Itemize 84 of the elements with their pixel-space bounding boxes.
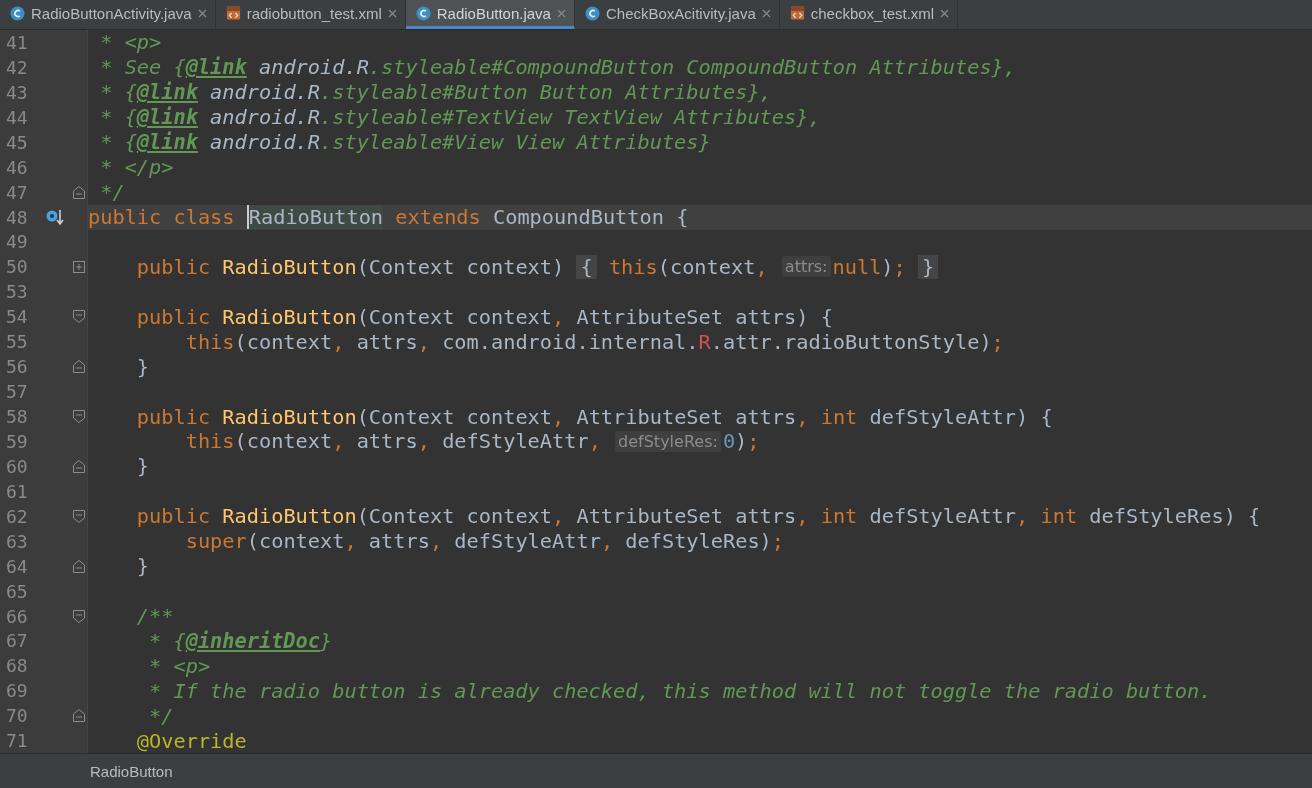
code-line: */ <box>148 703 175 729</box>
line-number: 66 <box>6 605 28 627</box>
class-file-icon <box>584 5 600 21</box>
code-line: this(context, attrs, defStyleAttr, defStyleRes: 0); <box>184 429 761 454</box>
code-line: * {@link android.R.styleable#View View Attributes} <box>99 129 712 155</box>
line-number: 55 <box>6 331 28 353</box>
fold-marker-icon[interactable] <box>72 310 85 324</box>
editor-tab[interactable]: RadioButtonActivity.java <box>0 0 216 29</box>
tab-label: checkbox_test.xml <box>810 4 935 22</box>
line-number: 46 <box>6 156 28 178</box>
line-number: 65 <box>6 580 28 602</box>
code-line: super(context, attrs, defStyleAttr, defStyleRes); <box>184 528 786 554</box>
code-line: } <box>135 354 151 380</box>
editor-tab[interactable]: radiobutton_test.xml <box>215 0 406 29</box>
line-number: 54 <box>6 306 28 328</box>
editor-tab[interactable]: CheckBoxAcitivity.java <box>574 0 780 29</box>
code-line: * {@link android.R.styleable#TextView TextView Attributes}, <box>99 104 822 130</box>
line-number: 42 <box>6 56 28 78</box>
code-line: this(context, attrs, com.android.internal.R.attr.radioButtonStyle); <box>184 329 1005 355</box>
line-number: 56 <box>6 356 28 378</box>
line-number: 64 <box>6 555 28 577</box>
xml-file-icon <box>225 5 241 21</box>
code-line: * {@link android.R.styleable#Button Button Attributes}, <box>99 79 773 105</box>
code-line: * See {@link android.R.styleable#CompoundButton CompoundButton Attributes}, <box>99 54 1017 80</box>
line-number: 57 <box>6 381 28 403</box>
fold-marker-icon[interactable] <box>72 410 85 424</box>
code-line: * </p> <box>99 154 175 180</box>
code-line: * If the radio button is already checked, this method will not toggle the radio button. <box>148 678 1213 704</box>
fold-marker-icon[interactable] <box>72 459 85 473</box>
close-icon[interactable] <box>556 8 566 18</box>
line-number: 58 <box>6 406 28 428</box>
code-line: */ <box>99 179 126 205</box>
fold-marker-icon[interactable] <box>72 509 85 523</box>
code-line: /** <box>135 603 175 629</box>
code-line: public RadioButton(Context context, AttributeSet attrs, int defStyleAttr) { <box>135 404 1054 429</box>
code-line: @Override <box>135 728 248 753</box>
xml-file-icon <box>789 5 805 21</box>
line-number: 48 <box>6 206 28 228</box>
breadcrumb[interactable]: RadioButton <box>90 762 173 780</box>
code-line: public RadioButton(Context context, AttributeSet attrs, int defStyleAttr, int defStyleRes) { <box>135 503 1262 529</box>
close-icon[interactable] <box>761 8 771 18</box>
tab-label: RadioButtonActivity.java <box>31 4 192 22</box>
expand-marker-icon[interactable] <box>72 260 85 273</box>
code-line: * <p> <box>148 653 212 679</box>
line-number: 70 <box>6 705 28 727</box>
class-file-icon <box>10 5 25 21</box>
close-icon[interactable] <box>940 8 950 18</box>
code-line: * {@inheritDoc} <box>148 628 334 654</box>
line-number: 44 <box>6 106 28 128</box>
fold-marker-icon[interactable] <box>72 609 85 623</box>
line-number: 71 <box>6 730 28 752</box>
line-number: 59 <box>6 430 28 452</box>
line-number: 41 <box>6 31 28 53</box>
line-number: 43 <box>6 81 28 103</box>
tab-label: CheckBoxAcitivity.java <box>605 4 756 22</box>
editor-tab[interactable]: RadioButton.java <box>405 0 575 29</box>
implemented-marker-icon[interactable] <box>45 208 65 227</box>
code-line: } <box>135 553 151 579</box>
line-number: 53 <box>6 281 28 303</box>
editor-tab[interactable]: checkbox_test.xml <box>779 0 959 29</box>
code-line: public RadioButton(Context context) { this(context, attrs: null); } <box>88 254 1312 280</box>
line-number: 63 <box>6 530 28 552</box>
fold-marker-icon[interactable] <box>72 185 85 199</box>
code-line: public RadioButton(Context context, AttributeSet attrs) { <box>135 304 834 330</box>
fold-marker-icon[interactable] <box>72 709 85 723</box>
code-line: } <box>135 453 151 479</box>
line-number: 61 <box>6 480 28 502</box>
close-icon[interactable] <box>197 8 207 18</box>
line-number: 68 <box>6 655 28 677</box>
line-number: 69 <box>6 680 28 702</box>
line-number: 45 <box>6 131 28 153</box>
fold-marker-icon[interactable] <box>72 559 85 573</box>
class-file-icon <box>415 5 431 21</box>
line-number: 67 <box>6 630 28 652</box>
line-number: 47 <box>6 181 28 203</box>
close-icon[interactable] <box>387 8 397 18</box>
line-number: 49 <box>6 231 28 253</box>
line-number: 60 <box>6 455 28 477</box>
line-number: 62 <box>6 505 28 527</box>
tab-label: RadioButton.java <box>436 4 551 22</box>
tab-label: radiobutton_test.xml <box>246 4 382 22</box>
line-number: 50 <box>6 256 28 278</box>
code-line: * <p> <box>99 30 163 55</box>
fold-marker-icon[interactable] <box>72 360 85 374</box>
